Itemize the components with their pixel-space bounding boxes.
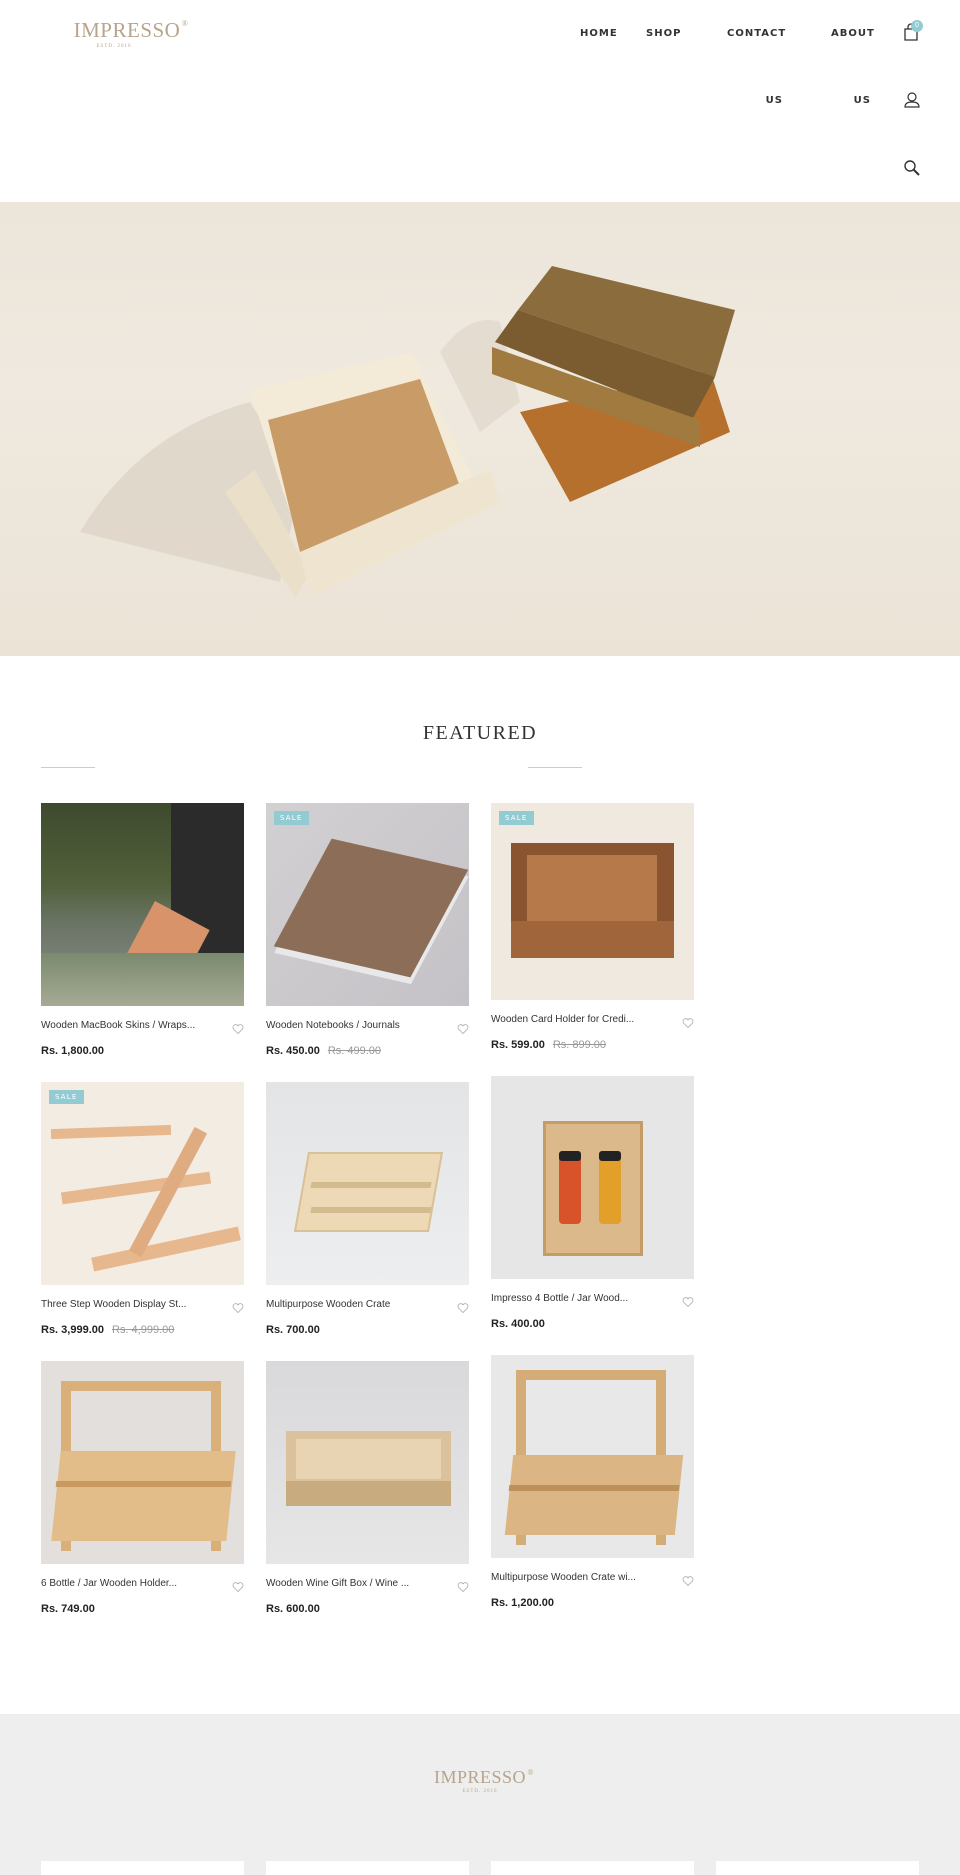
- footer-logo-tagline: ESTD. 2016: [462, 1789, 498, 1794]
- heart-icon[interactable]: [232, 1023, 244, 1035]
- footer-column: [41, 1861, 244, 1875]
- product-price: Rs. 700.00: [266, 1324, 320, 1336]
- heart-icon[interactable]: [682, 1575, 694, 1587]
- product-card[interactable]: SALE Wooden Card Holder for Credi... Rs.…: [491, 803, 694, 1051]
- heart-icon[interactable]: [232, 1581, 244, 1593]
- product-price: Rs. 400.00: [491, 1318, 545, 1330]
- product-name[interactable]: Wooden Card Holder for Credi...: [491, 1014, 661, 1025]
- product-image[interactable]: [41, 803, 244, 1006]
- heart-icon[interactable]: [682, 1017, 694, 1029]
- heart-icon[interactable]: [457, 1023, 469, 1035]
- product-image[interactable]: [491, 1076, 694, 1279]
- product-image[interactable]: SALE: [41, 1082, 244, 1285]
- sale-badge: SALE: [49, 1090, 84, 1104]
- heart-icon[interactable]: [457, 1302, 469, 1314]
- site-footer: IMPRESSO ® ESTD. 2016: [0, 1714, 960, 1875]
- product-name[interactable]: Impresso 4 Bottle / Jar Wood...: [491, 1293, 661, 1304]
- product-price: Rs. 749.00: [41, 1603, 95, 1615]
- user-icon[interactable]: [902, 90, 922, 110]
- logo-wordmark: IMPRESSO: [73, 18, 181, 42]
- product-name[interactable]: 6 Bottle / Jar Wooden Holder...: [41, 1578, 211, 1589]
- heart-icon[interactable]: [682, 1296, 694, 1308]
- search-icon[interactable]: [902, 158, 922, 178]
- product-old-price: Rs. 899.00: [552, 1039, 607, 1051]
- product-name[interactable]: Wooden Wine Gift Box / Wine ...: [266, 1578, 436, 1589]
- product-name[interactable]: Three Step Wooden Display St...: [41, 1299, 211, 1310]
- logo-tagline: ESTD. 2016: [96, 44, 132, 49]
- logo-registered-mark: ®: [181, 19, 189, 28]
- product-card[interactable]: Wooden MacBook Skins / Wraps... Rs. 1,80…: [41, 803, 244, 1057]
- product-image[interactable]: SALE: [266, 803, 469, 1006]
- footer-column: [716, 1861, 919, 1875]
- product-name[interactable]: Wooden MacBook Skins / Wraps...: [41, 1020, 211, 1031]
- product-price: Rs. 1,200.00: [491, 1597, 554, 1609]
- product-card[interactable]: Multipurpose Wooden Crate wi... Rs. 1,20…: [491, 1355, 694, 1609]
- sale-badge: SALE: [499, 811, 534, 825]
- footer-logo-registered-mark: ®: [527, 1768, 535, 1777]
- product-card[interactable]: SALE Three Step Wooden Display St... Rs.…: [41, 1082, 244, 1336]
- featured-heading: FEATURED: [422, 722, 538, 744]
- product-price: Rs. 599.00: [491, 1039, 545, 1051]
- product-name[interactable]: Wooden Notebooks / Journals: [266, 1020, 436, 1031]
- footer-column: [491, 1861, 694, 1875]
- product-card[interactable]: 6 Bottle / Jar Wooden Holder... Rs. 749.…: [41, 1361, 244, 1615]
- divider: [41, 767, 95, 768]
- product-price: Rs. 450.00: [266, 1045, 320, 1057]
- hero-banner[interactable]: [0, 202, 960, 656]
- heart-icon[interactable]: [457, 1581, 469, 1593]
- footer-logo-wordmark: IMPRESSO: [433, 1767, 527, 1787]
- sale-badge: SALE: [274, 811, 309, 825]
- heart-icon[interactable]: [232, 1302, 244, 1314]
- divider: [528, 767, 582, 768]
- product-price: Rs. 600.00: [266, 1603, 320, 1615]
- product-card[interactable]: Impresso 4 Bottle / Jar Wood... Rs. 400.…: [491, 1076, 694, 1330]
- product-card[interactable]: Multipurpose Wooden Crate Rs. 700.00: [266, 1082, 469, 1336]
- product-old-price: Rs. 4,999.00: [112, 1324, 175, 1336]
- product-image[interactable]: [266, 1082, 469, 1285]
- product-card[interactable]: SALE Wooden Notebooks / Journals Rs. 450…: [266, 803, 469, 1057]
- product-name[interactable]: Multipurpose Wooden Crate wi...: [491, 1572, 661, 1583]
- product-price: Rs. 1,800.00: [41, 1045, 104, 1057]
- hero-image: [80, 266, 735, 597]
- nav-home[interactable]: HOME: [580, 0, 618, 67]
- cart-count-badge: 0: [911, 20, 923, 32]
- product-image[interactable]: SALE: [491, 803, 694, 1000]
- nav-about-us[interactable]: ABOUT US: [831, 0, 874, 134]
- product-image[interactable]: [266, 1361, 469, 1564]
- product-name[interactable]: Multipurpose Wooden Crate: [266, 1299, 436, 1310]
- site-header: IMPRESSO ® ESTD. 2016 HOME SHOP CONTACT U…: [0, 0, 960, 202]
- product-image[interactable]: [41, 1361, 244, 1564]
- product-image[interactable]: [491, 1355, 694, 1558]
- product-price: Rs. 3,999.00: [41, 1324, 104, 1336]
- product-old-price: Rs. 499.00: [327, 1045, 382, 1057]
- nav-contact-us[interactable]: CONTACT US: [727, 0, 785, 134]
- footer-column: [266, 1861, 469, 1875]
- site-logo[interactable]: IMPRESSO ® ESTD. 2016: [72, 18, 188, 49]
- footer-logo[interactable]: IMPRESSO ® ESTD. 2016: [0, 1767, 960, 1794]
- product-card[interactable]: Wooden Wine Gift Box / Wine ... Rs. 600.…: [266, 1361, 469, 1615]
- nav-shop[interactable]: SHOP: [646, 0, 681, 67]
